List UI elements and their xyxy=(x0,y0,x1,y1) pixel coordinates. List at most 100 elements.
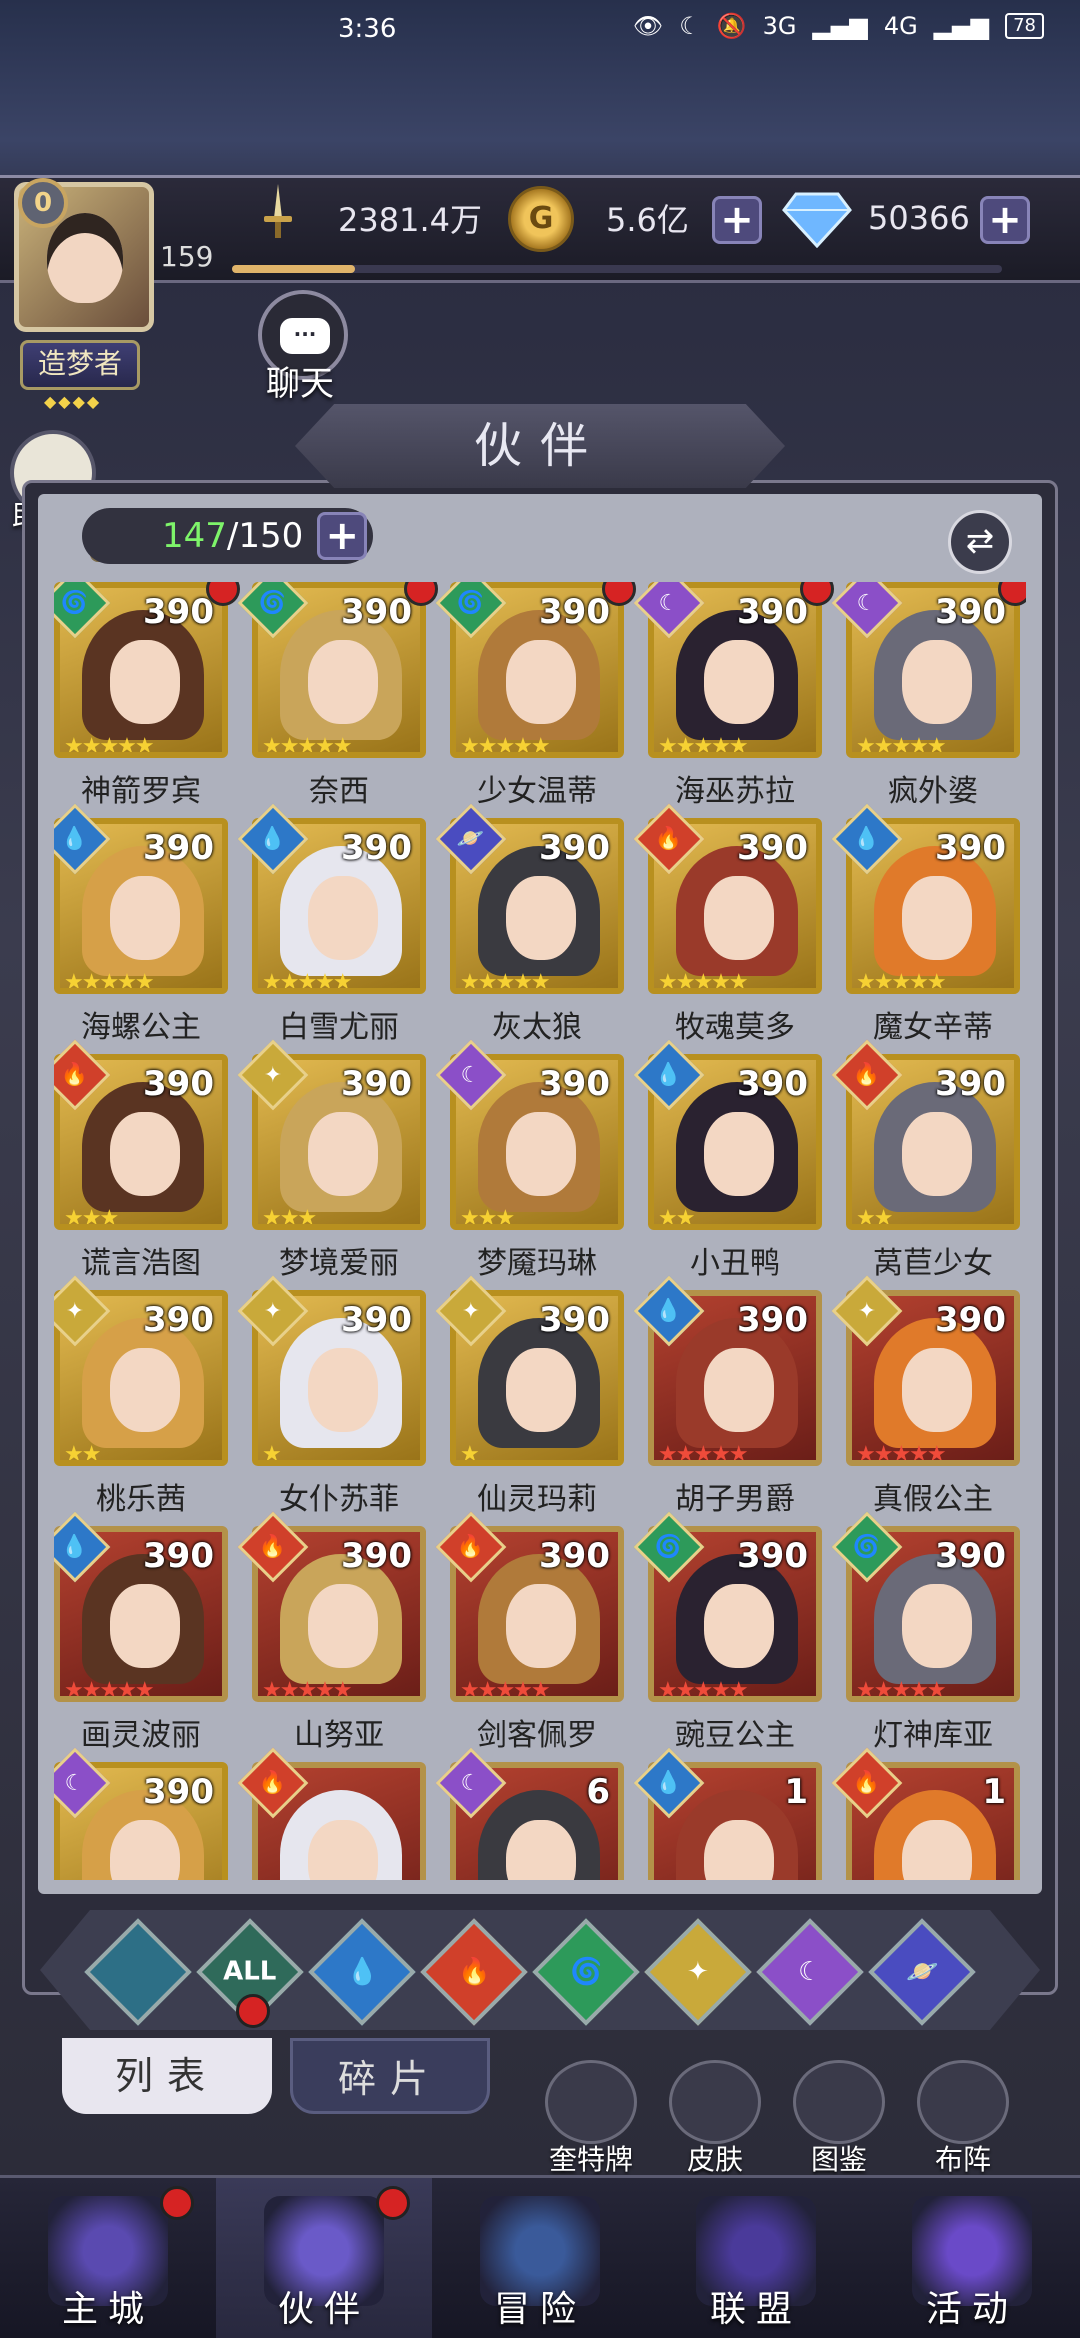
hero-card[interactable]: 390 ★★★★★ ✦ 真假公主 xyxy=(831,1275,1020,1518)
hero-stars: ★★ xyxy=(64,1442,101,1466)
expand-roster-button[interactable]: + xyxy=(317,512,368,560)
hero-level: 390 xyxy=(341,1064,412,1104)
hero-level: 390 xyxy=(341,592,412,632)
hero-card[interactable]: 🔥 xyxy=(237,1747,426,1880)
hero-name: 魔女辛蒂 xyxy=(873,1010,993,1045)
hero-card[interactable]: 390 ★★★★★ 🔥 牧魂莫多 xyxy=(633,803,822,1046)
gem-value: 50366 xyxy=(868,199,970,237)
nav-item-1[interactable]: 伙伴 xyxy=(216,2178,432,2338)
hero-name: 莴苣少女 xyxy=(873,1246,993,1281)
side-button-3[interactable]: 布阵 xyxy=(908,2060,1018,2176)
hero-card[interactable]: 1 🔥 xyxy=(831,1747,1020,1880)
hero-stars: ★★★★★ xyxy=(856,734,947,758)
hero-name: 山努亚 xyxy=(294,1718,384,1753)
hero-card[interactable]: 390 ★★★★★ 💧 画灵波丽 xyxy=(54,1511,228,1754)
hero-card[interactable]: 390 ★★★★★ 🌀 灯神库亚 xyxy=(831,1511,1020,1754)
hero-card[interactable]: 390 ★★★ 🔥 谎言浩图 xyxy=(54,1039,228,1282)
hero-card[interactable]: 1 💧 xyxy=(633,1747,822,1880)
hero-card[interactable]: 390 ★★ 💧 小丑鸭 xyxy=(633,1039,822,1282)
hero-card[interactable]: 390 ★ ✦ 仙灵玛莉 xyxy=(435,1275,624,1518)
hero-card[interactable]: 390 ☾ xyxy=(54,1747,228,1880)
hero-card[interactable]: 390 ★★★★★ 🌀 神箭罗宾 xyxy=(54,582,240,810)
gold-coin-icon: G xyxy=(508,186,574,252)
hero-card[interactable]: 390 ★★ ✦ 桃乐茜 xyxy=(54,1275,228,1518)
hero-stars: ★ xyxy=(262,1442,282,1466)
nav-item-0[interactable]: 主城 xyxy=(0,2178,216,2338)
sort-swap-button[interactable]: ⇄ xyxy=(948,510,1012,574)
hero-card[interactable]: 390 ★★★★★ 🔥 山努亚 xyxy=(237,1511,426,1754)
hero-card[interactable]: 390 ★★★★★ 🌀 豌豆公主 xyxy=(633,1511,822,1754)
hero-stars: ★★★★★ xyxy=(460,734,551,758)
hero-card[interactable]: 390 ★★★★★ ☾ 疯外婆 xyxy=(831,582,1026,810)
side-button-label: 皮肤 xyxy=(686,2143,743,2176)
hero-card[interactable]: 390 ★★★★★ 💧 海螺公主 xyxy=(54,803,228,1046)
hero-card[interactable]: 390 ★★★ ✦ 梦境爱丽 xyxy=(237,1039,426,1282)
signal-icon-2: ▂▄▆ xyxy=(933,12,990,40)
hero-name: 豌豆公主 xyxy=(675,1718,795,1753)
nav-label: 主城 xyxy=(61,2289,154,2330)
hero-level: 390 xyxy=(539,1064,610,1104)
nav-item-3[interactable]: 联盟 xyxy=(648,2178,864,2338)
hero-card[interactable]: 390 ★★★★★ 🌀 少女温蒂 xyxy=(435,582,636,810)
side-button-0[interactable]: 奎特牌 xyxy=(536,2060,646,2176)
hero-level: 1 xyxy=(982,1772,1006,1812)
hero-name: 小丑鸭 xyxy=(690,1246,780,1281)
hero-stars: ★★★★★ xyxy=(460,1678,551,1702)
hero-name: 疯外婆 xyxy=(888,774,978,809)
player-title-badge[interactable]: 造梦者 xyxy=(20,340,140,390)
hero-level: 390 xyxy=(539,592,610,632)
hero-name: 梦境爱丽 xyxy=(279,1246,399,1281)
tab-fragments[interactable]: 碎片 xyxy=(290,2038,490,2114)
hero-name: 谎言浩图 xyxy=(81,1246,201,1281)
hero-card[interactable]: 390 ★★★★★ 🌀 奈西 xyxy=(237,582,438,810)
hero-name: 少女温蒂 xyxy=(477,774,597,809)
side-button-1[interactable]: 皮肤 xyxy=(660,2060,770,2176)
eye-icon: 👁 xyxy=(632,12,664,40)
hero-card[interactable]: 390 ★★★★★ 💧 白雪尤丽 xyxy=(237,803,426,1046)
hero-card[interactable]: 390 ★★★★★ 💧 胡子男爵 xyxy=(633,1275,822,1518)
hero-stars: ★★★★★ xyxy=(658,734,749,758)
notification-dot xyxy=(160,2186,194,2220)
nav-label: 伙伴 xyxy=(277,2289,370,2330)
add-gold-button[interactable]: + xyxy=(712,196,762,244)
tab-list[interactable]: 列表 xyxy=(62,2038,272,2114)
hero-stars: ★★★★★ xyxy=(64,734,155,758)
nav-item-4[interactable]: 活动 xyxy=(864,2178,1080,2338)
hero-stars: ★★★★★ xyxy=(856,1678,947,1702)
hero-card[interactable]: 390 ★ ✦ 女仆苏菲 xyxy=(237,1275,426,1518)
hero-stars: ★ xyxy=(460,1442,480,1466)
hero-name: 桃乐茜 xyxy=(96,1482,186,1517)
hero-stars: ★★★★★ xyxy=(262,1678,353,1702)
battery-indicator: 78 xyxy=(1005,13,1044,39)
hero-level: 390 xyxy=(143,592,214,632)
hero-level: 390 xyxy=(935,592,1006,632)
hero-stars: ★★★★★ xyxy=(64,1678,155,1702)
player-level: 159 xyxy=(160,240,214,273)
hero-card[interactable]: 390 ★★★★★ ☾ 海巫苏拉 xyxy=(633,582,834,810)
network-4g: 4G xyxy=(883,12,918,40)
hero-name: 梦魇玛琳 xyxy=(477,1246,597,1281)
hero-card[interactable]: 390 ★★★ ☾ 梦魇玛琳 xyxy=(435,1039,624,1282)
side-button-2[interactable]: 图鉴 xyxy=(784,2060,894,2176)
tab-list-notification xyxy=(236,1994,270,2028)
hero-card[interactable]: 390 ★★★★★ 🪐 灰太狼 xyxy=(435,803,624,1046)
hero-name: 白雪尤丽 xyxy=(279,1010,399,1045)
chat-label: 聊天 xyxy=(266,364,334,404)
gold-display: 5.6亿 xyxy=(606,186,689,250)
formation-icon xyxy=(917,2060,1009,2144)
hero-level: 390 xyxy=(143,828,214,868)
roster-count-text: 147/150 xyxy=(162,516,304,556)
status-bar: 3:36 👁 ☾ 🔕 3G ▂▄▆ 4G ▂▄▆ 78 xyxy=(0,0,1080,60)
hero-level: 390 xyxy=(539,828,610,868)
nav-label: 活动 xyxy=(925,2289,1018,2330)
hero-card[interactable]: 390 ★★★★★ 🔥 剑客佩罗 xyxy=(435,1511,624,1754)
nav-item-2[interactable]: 冒险 xyxy=(432,2178,648,2338)
hero-level: 390 xyxy=(539,1300,610,1340)
hero-card[interactable]: 6 ☾ xyxy=(435,1747,624,1880)
hero-level: 390 xyxy=(935,1064,1006,1104)
hero-card[interactable]: 390 ★★ 🔥 莴苣少女 xyxy=(831,1039,1020,1282)
hero-name: 牧魂莫多 xyxy=(675,1010,795,1045)
add-gem-button[interactable]: + xyxy=(980,196,1030,244)
hero-card[interactable]: 390 ★★★★★ 💧 魔女辛蒂 xyxy=(831,803,1020,1046)
hero-name: 海螺公主 xyxy=(81,1010,201,1045)
